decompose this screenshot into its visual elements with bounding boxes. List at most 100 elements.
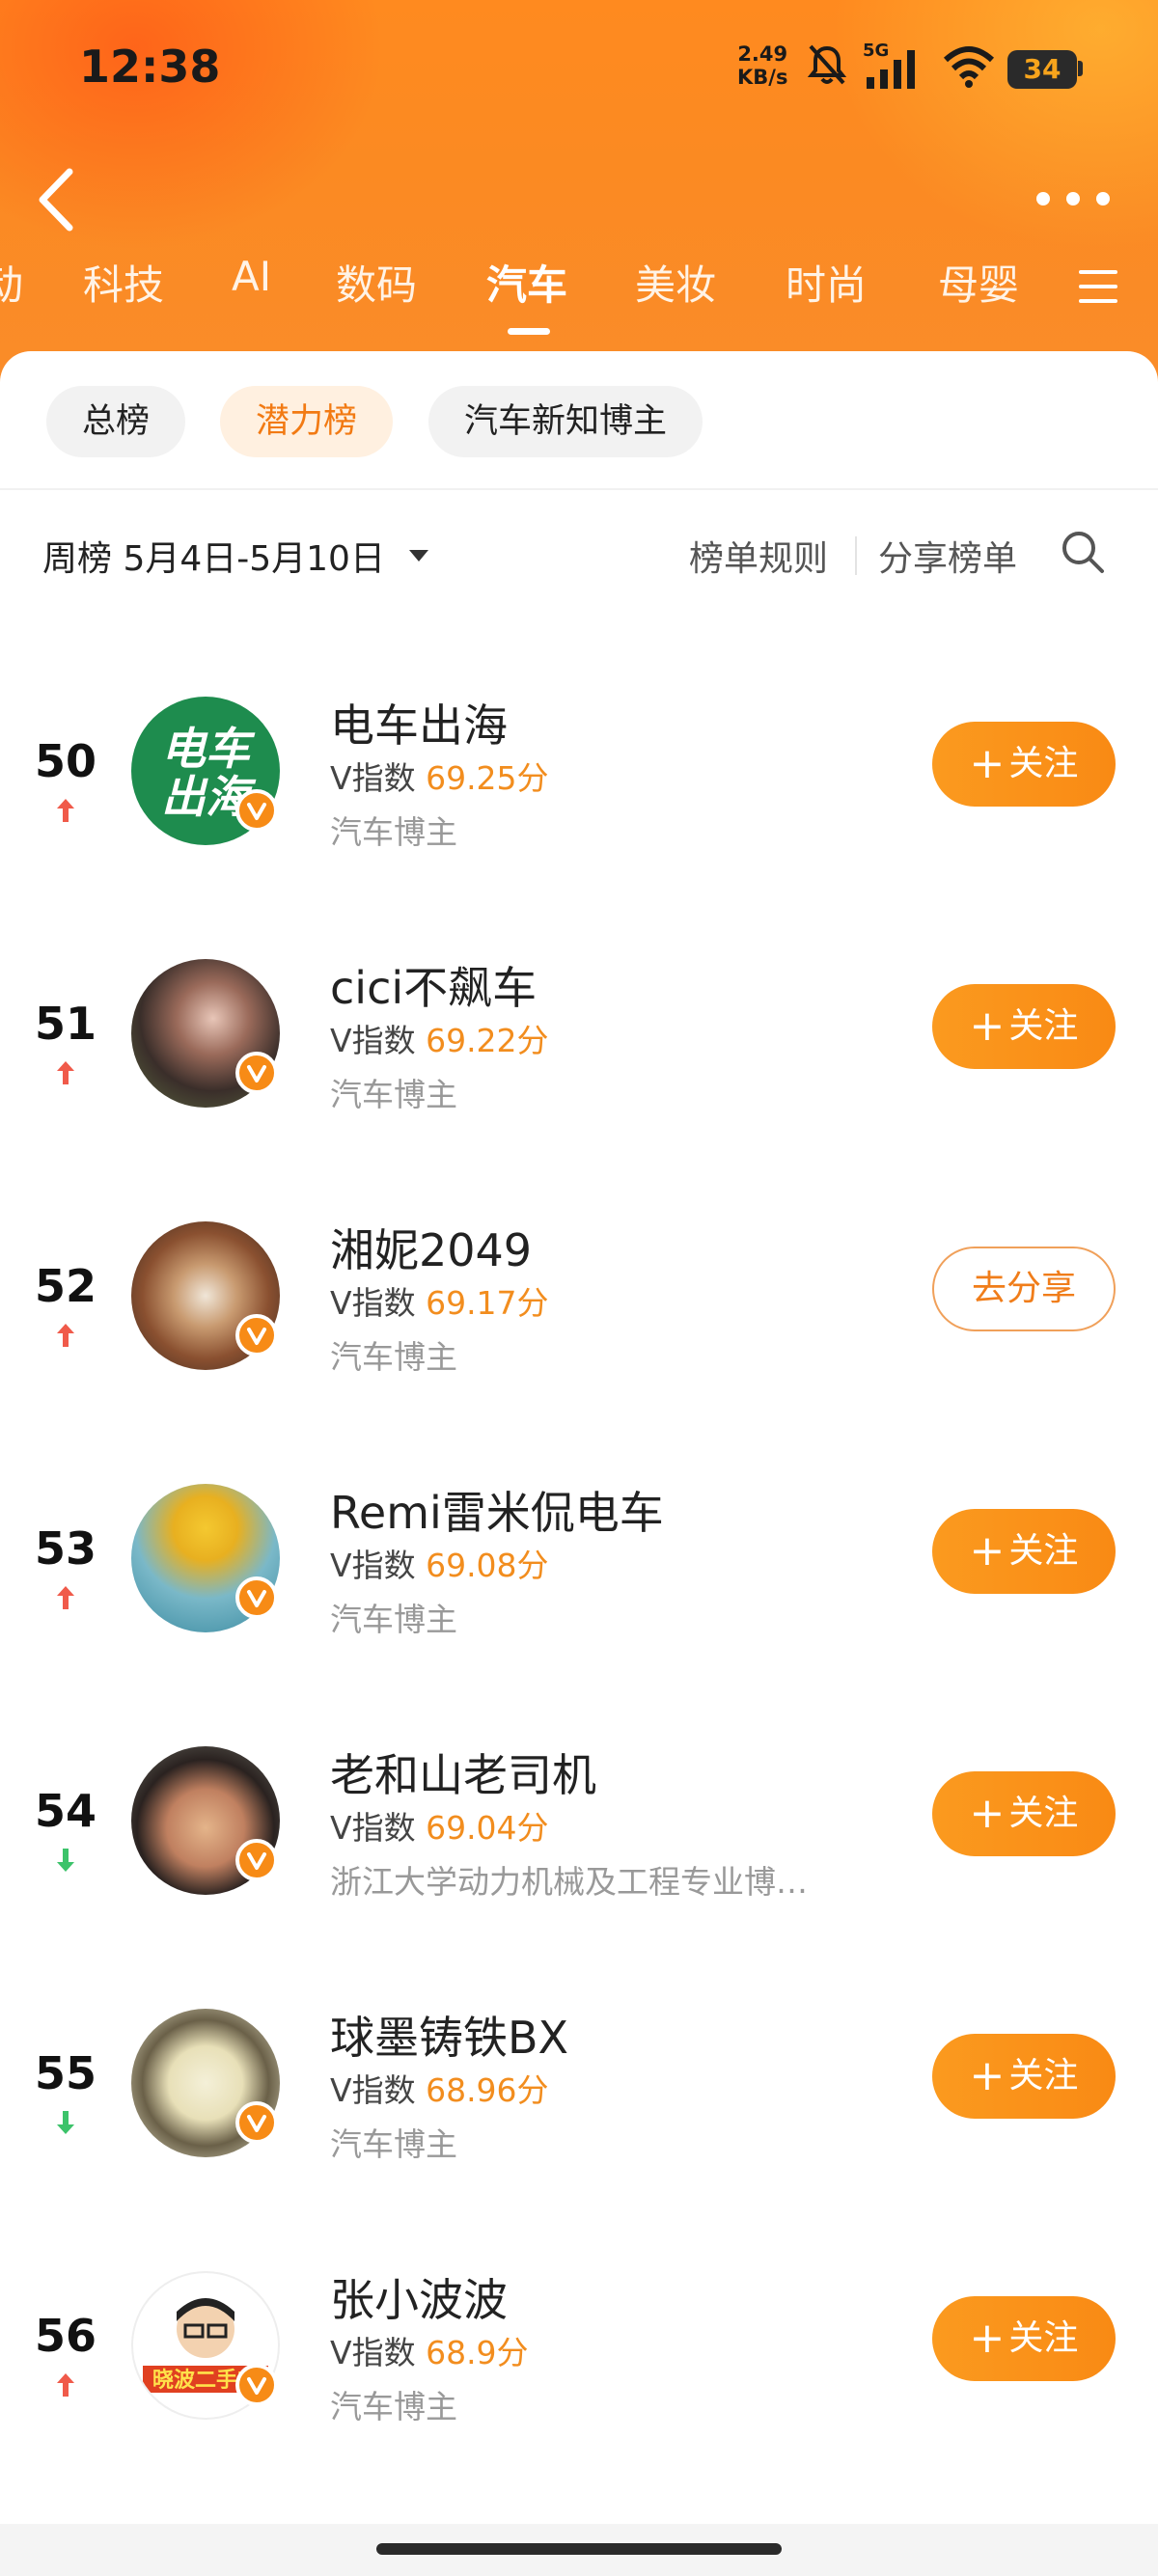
back-arrow-icon[interactable]: [33, 166, 81, 233]
list-item[interactable]: 56 晓波二手车 张小波波 V指数 68.9分 汽车博主 + 关注: [0, 2221, 1158, 2483]
battery-tip: [1078, 61, 1083, 76]
follow-button[interactable]: + 关注: [932, 2296, 1116, 2381]
home-indicator[interactable]: [376, 2543, 782, 2555]
v-index-label: V指数: [330, 1022, 416, 1059]
tab-partial[interactable]: 动: [0, 253, 23, 312]
follow-button[interactable]: + 关注: [932, 984, 1116, 1069]
trend-up-icon: [57, 1324, 74, 1347]
trend-up-icon: [57, 2373, 74, 2397]
category-tabs: 动 科技 AI 数码 汽车 美妆 时尚 母婴: [0, 253, 1158, 330]
blogger-tag: 汽车博主: [330, 2388, 457, 2425]
tab-fashion[interactable]: 时尚: [786, 253, 867, 312]
more-dot: [1066, 192, 1080, 206]
chevron-down-icon[interactable]: [409, 550, 428, 562]
list-item[interactable]: 54 老和山老司机 V指数 69.04分 浙江大学动力机械及工程专业博… + 关注: [0, 1696, 1158, 1959]
tab-maternity[interactable]: 母婴: [938, 253, 1019, 312]
verified-badge-icon: [235, 2101, 278, 2144]
v-index-label: V指数: [330, 1809, 416, 1847]
blogger-name[interactable]: 球墨铸铁BX: [330, 2003, 568, 2067]
v-index-score: 68.96分: [426, 2071, 549, 2109]
v-index: V指数 69.17分: [330, 1277, 549, 1324]
v-index-score: 69.04分: [426, 1809, 549, 1847]
list-item[interactable]: 52 湘妮2049 V指数 69.17分 汽车博主 去分享: [0, 1171, 1158, 1434]
tab-digital[interactable]: 数码: [336, 253, 417, 312]
list-item[interactable]: 53 Remi雷米侃电车 V指数 69.08分 汽车博主 + 关注: [0, 1434, 1158, 1696]
blogger-tag: 浙江大学动力机械及工程专业博…: [330, 1863, 808, 1901]
follow-button[interactable]: + 关注: [932, 1509, 1116, 1594]
list-item[interactable]: 50 电车 出海 电车出海 V指数 69.25分 汽车博主 + 关注: [0, 646, 1158, 909]
battery-icon: 34: [1007, 50, 1077, 89]
blogger-tag: 汽车博主: [330, 1076, 457, 1113]
trend-down-icon: [57, 2111, 74, 2134]
follow-button[interactable]: + 关注: [932, 1771, 1116, 1856]
v-index-score: 69.08分: [426, 1547, 549, 1584]
rank-number: 52: [34, 1260, 96, 1312]
blogger-name[interactable]: 湘妮2049: [330, 1216, 532, 1279]
trend-up-icon: [57, 1061, 74, 1084]
toolbar-separator: [855, 536, 857, 575]
v-index-label: V指数: [330, 2071, 416, 2109]
verified-badge-icon: [235, 2364, 278, 2406]
blogger-tag: 汽车博主: [330, 1338, 457, 1376]
search-icon[interactable]: [1060, 529, 1106, 575]
network-speed-value: 2.49: [737, 42, 788, 66]
blogger-name[interactable]: 老和山老司机: [330, 1740, 596, 1804]
subtab-potential[interactable]: 潜力榜: [220, 386, 394, 457]
v-index-label: V指数: [330, 759, 416, 797]
menu-icon[interactable]: [1079, 270, 1117, 303]
rank-number: 50: [34, 735, 96, 787]
follow-label: 关注: [1008, 1794, 1079, 1833]
blogger-name[interactable]: cici不飙车: [330, 953, 537, 1017]
follow-button[interactable]: + 关注: [932, 2034, 1116, 2119]
v-index: V指数 69.04分: [330, 1802, 549, 1849]
week-selector[interactable]: 周榜 5月4日-5月10日: [42, 531, 385, 581]
rank-number: 54: [34, 1785, 96, 1837]
v-index-label: V指数: [330, 1284, 416, 1322]
subtab-overall[interactable]: 总榜: [46, 386, 186, 457]
rank-number: 56: [34, 2310, 96, 2362]
blogger-name[interactable]: 电车出海: [330, 691, 508, 754]
verified-badge-icon: [235, 789, 278, 832]
trend-up-icon: [57, 1586, 74, 1609]
plus-icon: +: [969, 739, 1006, 788]
more-options-icon[interactable]: [1036, 187, 1110, 210]
menu-line: [1079, 299, 1117, 303]
status-bar: 12:38 2.49 KB/s 5G 34: [0, 0, 1158, 145]
follow-label: 关注: [1008, 2056, 1079, 2096]
tab-auto[interactable]: 汽车: [486, 253, 567, 312]
divider: [0, 488, 1158, 490]
rank-number: 53: [34, 1522, 96, 1575]
follow-label: 关注: [1008, 744, 1079, 783]
verified-badge-icon: [235, 1052, 278, 1094]
subtab-auto-knowledge[interactable]: 汽车新知博主: [428, 386, 703, 457]
blogger-name[interactable]: Remi雷米侃电车: [330, 1478, 664, 1542]
go-share-button[interactable]: 去分享: [932, 1247, 1116, 1331]
tab-beauty[interactable]: 美妆: [635, 253, 716, 312]
mute-bell-icon: [807, 44, 847, 85]
blogger-name[interactable]: 张小波波: [330, 2265, 508, 2329]
rules-link[interactable]: 榜单规则: [689, 531, 828, 581]
more-dot: [1096, 192, 1110, 206]
rank-number: 51: [34, 998, 96, 1050]
status-time: 12:38: [79, 41, 221, 93]
menu-line: [1079, 285, 1117, 288]
blogger-tag: 汽车博主: [330, 1601, 457, 1638]
list-item[interactable]: 55 球墨铸铁BX V指数 68.96分 汽车博主 + 关注: [0, 1959, 1158, 2221]
tab-ai[interactable]: AI: [232, 253, 271, 300]
follow-label: 关注: [1008, 1531, 1079, 1571]
follow-label: 关注: [1008, 1006, 1079, 1046]
menu-line: [1079, 270, 1117, 274]
avatar-text-top: 电车: [161, 723, 256, 775]
follow-button[interactable]: + 关注: [932, 722, 1116, 807]
tab-tech[interactable]: 科技: [83, 253, 164, 312]
plus-icon: +: [969, 2051, 1006, 2100]
trend-up-icon: [57, 799, 74, 822]
network-speed-unit: KB/s: [737, 66, 788, 89]
list-item[interactable]: 51 cici不飙车 V指数 69.22分 汽车博主 + 关注: [0, 909, 1158, 1171]
v-index: V指数 69.22分: [330, 1015, 549, 1061]
share-ranking-link[interactable]: 分享榜单: [878, 531, 1017, 581]
plus-icon: +: [969, 2314, 1006, 2363]
signal-icon: [867, 50, 915, 89]
app-screen: 12:38 2.49 KB/s 5G 34 动 科技 AI 数码 汽车 美妆 时…: [0, 0, 1158, 2576]
v-index: V指数 69.25分: [330, 753, 549, 799]
